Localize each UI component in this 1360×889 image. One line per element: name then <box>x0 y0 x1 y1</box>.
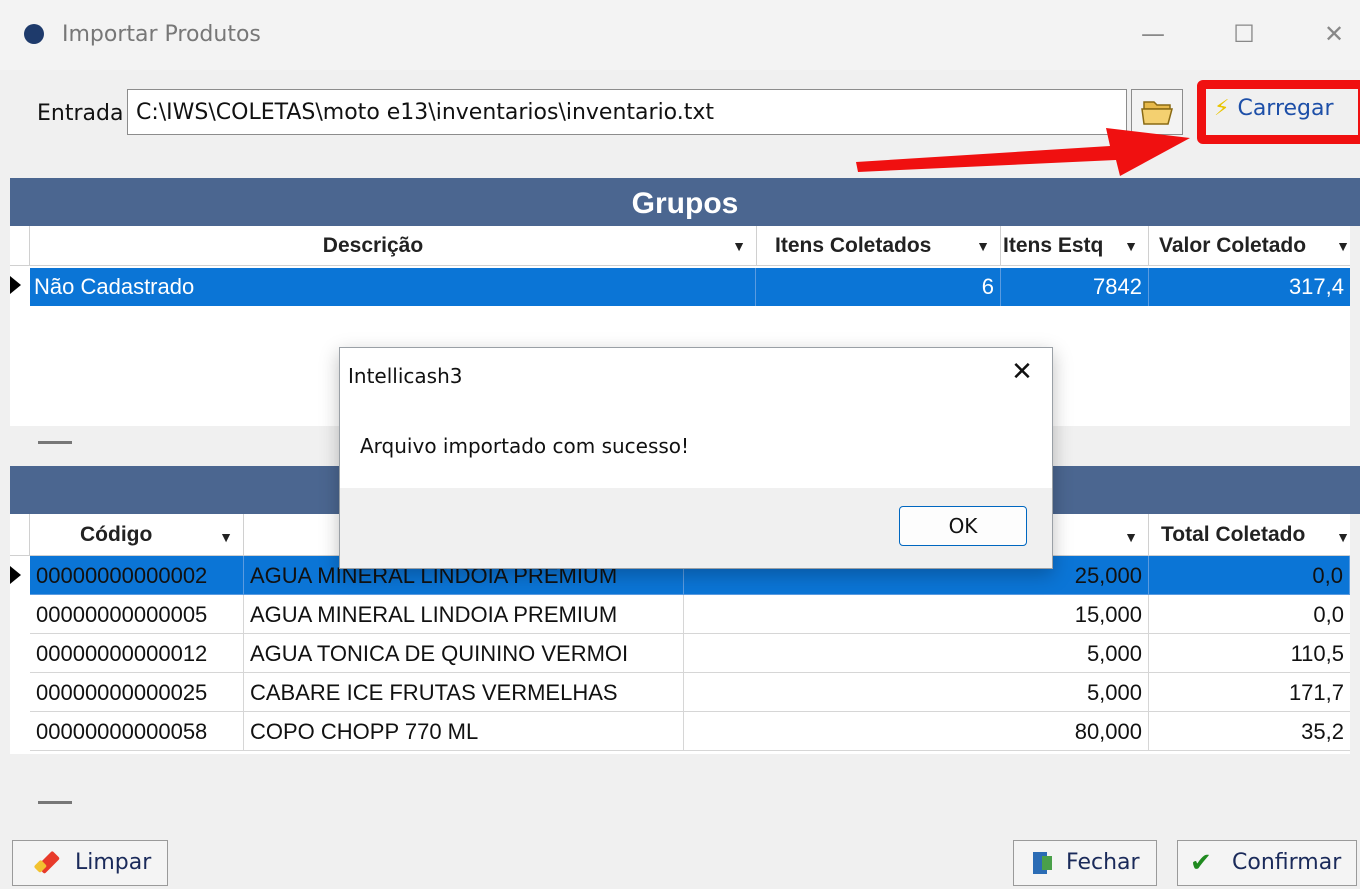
sort-arrow-icon: ▼ <box>732 238 746 254</box>
produto-codigo-cell[interactable]: 00000000000058 <box>30 712 244 751</box>
sort-arrow-icon: ▼ <box>219 529 233 545</box>
window-title: Importar Produtos <box>62 22 261 47</box>
app-icon <box>24 24 44 44</box>
current-row-indicator-icon <box>10 566 21 584</box>
sort-arrow-icon: ▼ <box>1124 238 1138 254</box>
col-itens-estq-header[interactable]: Itens Estq ▼ <box>1001 226 1149 266</box>
grupo-itens-estq-cell[interactable]: 7842 <box>1001 268 1149 306</box>
produto-quantidade-cell[interactable]: 80,000 <box>684 712 1149 751</box>
minimize-button[interactable]: — <box>1133 16 1173 52</box>
eraser-icon <box>34 851 60 874</box>
checkmark-icon: ✔ <box>1190 848 1212 878</box>
fechar-button[interactable]: Fechar <box>1013 840 1157 886</box>
col-codigo-header[interactable]: Código ▼ <box>30 514 244 556</box>
produto-total-cell[interactable]: 0,0 <box>1149 595 1350 634</box>
produto-codigo-cell[interactable]: 00000000000025 <box>30 673 244 712</box>
limpar-label: Limpar <box>75 850 152 875</box>
maximize-button[interactable]: ☐ <box>1224 16 1264 52</box>
exit-door-icon <box>1033 852 1052 874</box>
produto-descricao-cell[interactable]: AGUA MINERAL LINDOIA PREMIUM <box>244 595 684 634</box>
produto-total-cell[interactable]: 0,0 <box>1149 556 1350 595</box>
red-arrow-annotation <box>856 128 1190 176</box>
sort-arrow-icon: ▼ <box>976 238 990 254</box>
produto-total-cell[interactable]: 171,7 <box>1149 673 1350 712</box>
limpar-button[interactable]: Limpar <box>12 840 168 886</box>
splitter-handle[interactable] <box>38 441 72 444</box>
col-itens-coletados-header[interactable]: Itens Coletados ▼ <box>757 226 1001 266</box>
close-window-button[interactable]: ✕ <box>1314 16 1354 52</box>
confirmar-button[interactable]: ✔ Confirmar <box>1177 840 1357 886</box>
produto-descricao-cell[interactable]: AGUA TONICA DE QUININO VERMOI <box>244 634 684 673</box>
splitter-handle[interactable] <box>38 801 72 804</box>
entrada-label: Entrada <box>37 101 124 126</box>
lightning-icon: ⚡ <box>1214 96 1230 121</box>
row-indicator-header <box>10 514 30 556</box>
carregar-label: Carregar <box>1237 96 1334 121</box>
dialog-title: Intellicash3 <box>348 364 463 388</box>
grupo-descricao-cell[interactable]: Não Cadastrado <box>30 268 756 306</box>
col-valor-coletado-header[interactable]: Valor Coletado ▼ <box>1149 226 1350 266</box>
dialog-close-button[interactable]: ✕ <box>1002 354 1042 390</box>
produto-descricao-cell[interactable]: CABARE ICE FRUTAS VERMELHAS <box>244 673 684 712</box>
col-total-coletado-header[interactable]: Total Coletado ▼ <box>1149 514 1350 556</box>
row-indicator-header <box>10 226 30 266</box>
message-dialog: Intellicash3 ✕ Arquivo importado com suc… <box>339 347 1053 569</box>
dialog-ok-button[interactable]: OK <box>899 506 1027 546</box>
produto-descricao-cell[interactable]: COPO CHOPP 770 ML <box>244 712 684 751</box>
confirmar-label: Confirmar <box>1232 850 1342 875</box>
current-row-indicator-icon <box>10 276 21 294</box>
grupo-itens-coletados-cell[interactable]: 6 <box>756 268 1001 306</box>
produto-quantidade-cell[interactable]: 15,000 <box>684 595 1149 634</box>
produto-total-cell[interactable]: 35,2 <box>1149 712 1350 751</box>
title-bar: Importar Produtos — ☐ ✕ <box>0 0 1360 70</box>
produto-total-cell[interactable]: 110,5 <box>1149 634 1350 673</box>
sort-arrow-icon: ▼ <box>1124 529 1138 545</box>
col-descricao-header[interactable]: Descrição ▼ <box>30 226 757 266</box>
produto-codigo-cell[interactable]: 00000000000002 <box>30 556 244 595</box>
fechar-label: Fechar <box>1066 850 1140 875</box>
sort-arrow-icon: ▼ <box>1336 238 1350 254</box>
sort-arrow-icon: ▼ <box>1336 529 1350 545</box>
produto-quantidade-cell[interactable]: 5,000 <box>684 634 1149 673</box>
produto-codigo-cell[interactable]: 00000000000005 <box>30 595 244 634</box>
grupo-valor-coletado-cell[interactable]: 317,4 <box>1149 268 1350 306</box>
produto-codigo-cell[interactable]: 00000000000012 <box>30 634 244 673</box>
produto-quantidade-cell[interactable]: 5,000 <box>684 673 1149 712</box>
carregar-button[interactable]: ⚡ Carregar <box>1214 96 1334 121</box>
dialog-message: Arquivo importado com sucesso! <box>360 434 690 458</box>
grupos-header: Grupos <box>10 178 1360 226</box>
